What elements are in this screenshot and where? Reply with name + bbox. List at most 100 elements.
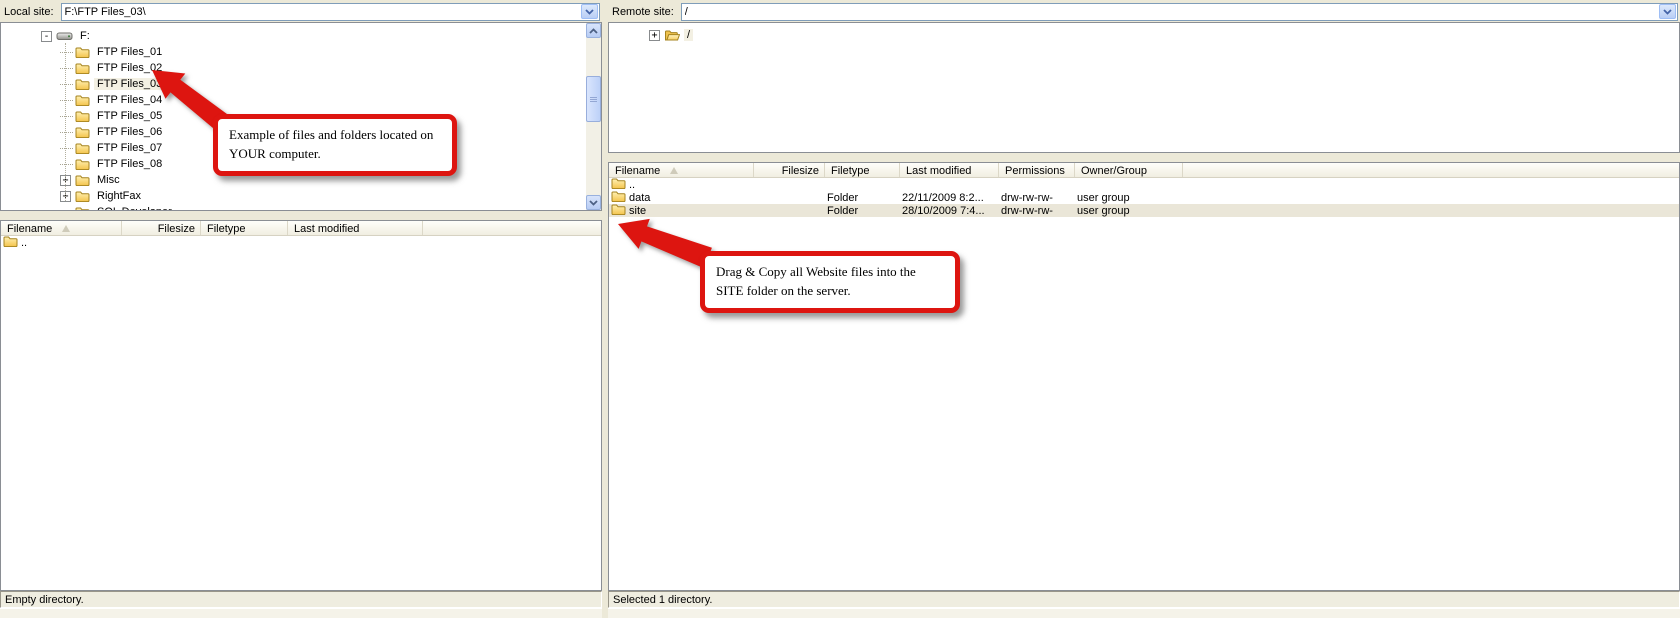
- tree-item-label: FTP Files_08: [94, 158, 165, 170]
- folder-icon: [611, 177, 626, 189]
- column-header-permissions[interactable]: Permissions: [999, 163, 1075, 177]
- annotation-text: Example of files and folders located on …: [229, 127, 433, 161]
- folder-icon: [75, 94, 90, 106]
- column-header-label: Filename: [615, 165, 660, 177]
- tree-item-f[interactable]: -F:: [1, 28, 601, 44]
- tree-item-label: /: [684, 29, 693, 41]
- file-row-data[interactable]: dataFolder22/11/2009 8:2...drw-rw-rw-use…: [609, 191, 1679, 204]
- remote-list-header: Filename FilesizeFiletypeLast modifiedPer…: [609, 163, 1679, 178]
- folder-icon: [75, 110, 90, 122]
- local-path-input[interactable]: [62, 5, 580, 19]
- filename-label: ..: [21, 237, 27, 249]
- column-header-filetype[interactable]: Filetype: [825, 163, 900, 177]
- remote-path-input[interactable]: [682, 5, 1658, 19]
- file-row-site[interactable]: siteFolder28/10/2009 7:4...drw-rw-rw-use…: [609, 204, 1679, 217]
- column-header-label: Last modified: [294, 223, 359, 235]
- scrollbar-grip: [590, 96, 597, 103]
- tree-item-label: SQL Developer: [94, 206, 175, 211]
- tree-item-ftp-files-04[interactable]: FTP Files_04: [1, 92, 601, 108]
- remote-tree-rows: +/: [609, 27, 1679, 43]
- remote-site-bar: Remote site:: [608, 0, 1680, 22]
- annotation-callout-local: Example of files and folders located on …: [213, 114, 457, 176]
- folder-icon: [3, 235, 18, 250]
- tree-item-rightfax[interactable]: +RightFax: [1, 188, 601, 204]
- column-header-filename[interactable]: Filename: [1, 221, 122, 235]
- column-header-filetype[interactable]: Filetype: [201, 221, 288, 235]
- cell-permissions: drw-rw-rw-: [999, 192, 1075, 204]
- folder-icon: [75, 78, 90, 90]
- folder-icon: [75, 110, 90, 122]
- chevron-up-icon: [589, 28, 598, 34]
- tree-item-ftp-files-03[interactable]: FTP Files_03: [1, 76, 601, 92]
- tree-connector: [60, 116, 73, 117]
- folder-icon: [75, 78, 90, 90]
- cell-owner-group: user group: [1075, 205, 1183, 217]
- local-list-header: Filename Filesize Filetype Last modified: [1, 221, 601, 236]
- remote-directory-tree[interactable]: +/: [608, 22, 1680, 153]
- cell-filetype: Folder: [825, 205, 900, 217]
- column-header-label: Filesize: [158, 223, 195, 235]
- cell-last-modified: 22/11/2009 8:2...: [900, 192, 999, 204]
- remote-file-list: Filename FilesizeFiletypeLast modifiedPer…: [608, 162, 1680, 591]
- filename-label: ..: [629, 179, 635, 191]
- annotation-callout-remote: Drag & Copy all Website files into the S…: [700, 251, 960, 313]
- tree-item-ftp-files-02[interactable]: FTP Files_02: [1, 60, 601, 76]
- remote-list-rows: ..dataFolder22/11/2009 8:2...drw-rw-rw-u…: [609, 178, 1679, 590]
- folder-icon: [75, 126, 90, 138]
- header-filler: [423, 221, 601, 235]
- column-header-filesize[interactable]: Filesize: [122, 221, 201, 235]
- remote-status-text: Selected 1 directory.: [613, 594, 712, 606]
- folder-icon: [75, 206, 90, 211]
- scroll-down-button[interactable]: [586, 195, 601, 210]
- folder-icon: [75, 206, 90, 211]
- cell-owner-group: user group: [1075, 192, 1183, 204]
- folder-icon: [75, 174, 90, 186]
- local-site-bar: Local site:: [0, 0, 602, 22]
- remote-path-dropdown-button[interactable]: [1659, 4, 1676, 19]
- expander-plus-icon[interactable]: +: [649, 30, 660, 41]
- folder-icon: [75, 126, 90, 138]
- tree-item-label: Misc: [94, 174, 123, 186]
- panel-separator: [608, 153, 1680, 162]
- tree-connector: [60, 132, 73, 133]
- row-filler: [1183, 178, 1679, 191]
- local-file-list: Filename Filesize Filetype Last modified ..: [0, 220, 602, 591]
- expander-minus-icon[interactable]: -: [41, 31, 52, 42]
- column-header-last-modified[interactable]: Last modified: [900, 163, 999, 177]
- tree-item-sql-developer[interactable]: SQL Developer: [1, 204, 601, 211]
- scrollbar-thumb[interactable]: [586, 76, 601, 122]
- column-header-owner-group[interactable]: Owner/Group: [1075, 163, 1183, 177]
- folder-icon: [75, 46, 90, 58]
- local-list-rows: ..: [1, 236, 601, 590]
- local-tree-scrollbar[interactable]: [586, 23, 601, 210]
- tree-item-[interactable]: +/: [609, 27, 1679, 43]
- header-filler: [1183, 163, 1679, 177]
- scroll-up-button[interactable]: [586, 23, 601, 38]
- scrollbar-track[interactable]: [586, 38, 601, 195]
- folder-icon: [75, 94, 90, 106]
- tree-item-label: RightFax: [94, 190, 144, 202]
- folder-icon: [75, 190, 90, 202]
- column-header-last-modified[interactable]: Last modified: [288, 221, 423, 235]
- tree-item-ftp-files-01[interactable]: FTP Files_01: [1, 44, 601, 60]
- local-path-combobox[interactable]: [61, 3, 600, 21]
- folder-icon: [75, 158, 90, 170]
- local-status-text: Empty directory.: [5, 594, 84, 606]
- folder-icon: [75, 62, 90, 74]
- file-row-[interactable]: ..: [609, 178, 1679, 191]
- bottom-strip: [0, 608, 602, 618]
- panel-separator: [0, 211, 602, 220]
- tree-connector: [60, 84, 73, 85]
- folder-icon: [75, 174, 90, 186]
- folder-icon: [75, 158, 90, 170]
- remote-path-combobox[interactable]: [681, 3, 1678, 21]
- column-header-filesize[interactable]: Filesize: [754, 163, 825, 177]
- local-path-dropdown-button[interactable]: [581, 4, 598, 19]
- folder-icon: [3, 235, 18, 247]
- filename-label: data: [629, 192, 650, 204]
- tree-guide-line: [65, 43, 66, 201]
- local-pane: Local site: -F:FTP Files_01FTP Files_02F…: [0, 0, 602, 618]
- column-header-filename[interactable]: Filename: [609, 163, 754, 177]
- remote-status-bar: Selected 1 directory.: [608, 591, 1680, 608]
- file-row-[interactable]: ..: [1, 236, 601, 249]
